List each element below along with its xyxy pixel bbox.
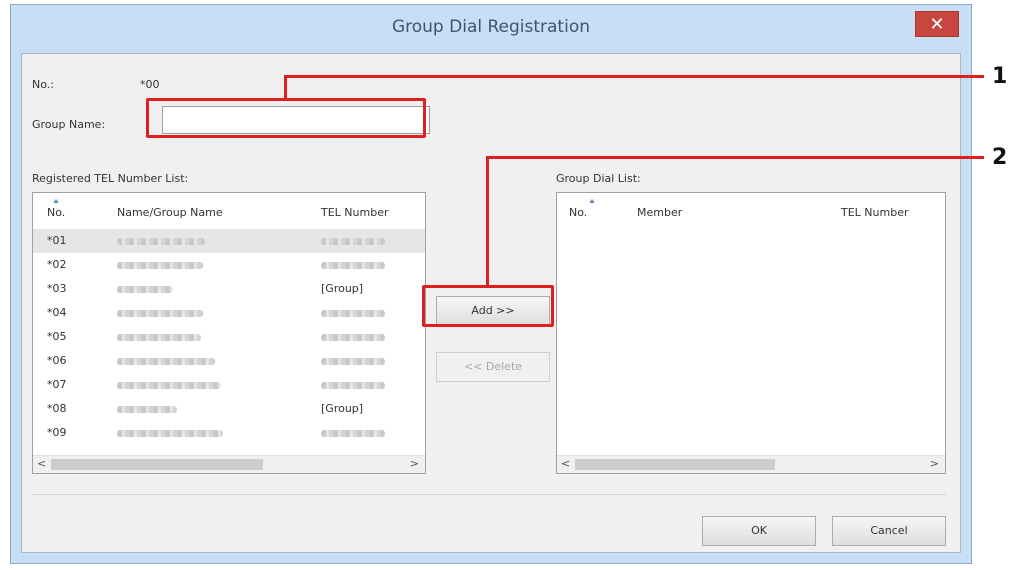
scrollbar-thumb[interactable] — [51, 459, 263, 470]
column-header-tel[interactable]: TEL Number — [321, 206, 388, 219]
callout-line — [486, 156, 984, 159]
number-label: No.: — [32, 78, 54, 91]
scroll-right-icon[interactable]: > — [410, 457, 419, 470]
list-item-number: *05 — [47, 330, 67, 343]
group-dial-list[interactable]: No. Member TEL Number < > — [556, 192, 946, 474]
column-header-no[interactable]: No. — [47, 206, 65, 219]
blurred-tel — [321, 238, 385, 245]
blurred-tel — [321, 310, 385, 317]
list-item[interactable]: *04 — [33, 301, 425, 325]
cancel-button[interactable]: Cancel — [832, 516, 946, 546]
column-header-member[interactable]: Member — [637, 206, 682, 219]
blurred-name — [117, 382, 221, 389]
sort-ascending-icon — [53, 199, 59, 203]
callout-number-2: 2 — [992, 145, 1008, 170]
blurred-name — [117, 310, 203, 317]
blurred-tel — [321, 358, 385, 365]
list-item-number: *09 — [47, 426, 67, 439]
ok-button[interactable]: OK — [702, 516, 816, 546]
number-value: *00 — [140, 78, 160, 91]
blurred-tel — [321, 430, 385, 437]
registered-list-label: Registered TEL Number List: — [32, 172, 189, 185]
scroll-left-icon[interactable]: < — [37, 457, 46, 470]
blurred-name — [117, 334, 201, 341]
list-item-number: *06 — [47, 354, 67, 367]
list-item-number: *02 — [47, 258, 67, 271]
callout-line — [486, 157, 489, 286]
list-item[interactable]: *03 [Group] — [33, 277, 425, 301]
list-item-number: *03 — [47, 282, 67, 295]
blurred-name — [117, 262, 203, 269]
column-header-no[interactable]: No. — [569, 206, 587, 219]
list-item-number: *01 — [47, 234, 67, 247]
dialog-window: Group Dial Registration ✕ No.: *00 Group… — [10, 4, 972, 564]
list-item-number: *07 — [47, 378, 67, 391]
list-item[interactable]: *02 — [33, 253, 425, 277]
list-item[interactable]: *09 — [33, 421, 425, 445]
scroll-left-icon[interactable]: < — [561, 457, 570, 470]
scrollbar-thumb[interactable] — [575, 459, 775, 470]
list-item[interactable]: *07 — [33, 373, 425, 397]
group-dial-list-label: Group Dial List: — [556, 172, 641, 185]
group-name-label: Group Name: — [32, 118, 106, 131]
registered-tel-list[interactable]: No. Name/Group Name TEL Number *01 *02 *03… — [32, 192, 426, 474]
close-icon: ✕ — [929, 14, 945, 35]
blurred-tel — [321, 382, 385, 389]
blurred-name — [117, 286, 173, 293]
list-item-tel: [Group] — [321, 282, 364, 295]
separator — [32, 494, 946, 495]
callout-line — [284, 75, 984, 78]
blurred-tel — [321, 262, 385, 269]
list-item-number: *04 — [47, 306, 67, 319]
blurred-name — [117, 406, 177, 413]
column-header-name[interactable]: Name/Group Name — [117, 206, 223, 219]
horizontal-scrollbar[interactable]: < > — [557, 455, 945, 473]
scroll-right-icon[interactable]: > — [930, 457, 939, 470]
list-item-number: *08 — [47, 402, 67, 415]
blurred-name — [117, 430, 223, 437]
list-item[interactable]: *05 — [33, 325, 425, 349]
close-button[interactable]: ✕ — [915, 11, 959, 37]
title-bar: Group Dial Registration ✕ — [11, 5, 971, 53]
list-item[interactable]: *08 [Group] — [33, 397, 425, 421]
blurred-name — [117, 358, 215, 365]
callout-box-add-button — [422, 285, 554, 327]
sort-ascending-icon — [589, 199, 595, 203]
window-title: Group Dial Registration — [391, 17, 591, 37]
list-item[interactable]: *01 — [33, 229, 425, 253]
list-item[interactable]: *06 — [33, 349, 425, 373]
column-header-tel[interactable]: TEL Number — [841, 206, 908, 219]
callout-line — [284, 76, 287, 99]
list-item-tel: [Group] — [321, 402, 364, 415]
callout-number-1: 1 — [992, 64, 1008, 89]
delete-button[interactable]: << Delete — [436, 352, 550, 382]
registered-rows: *01 *02 *03 [Group] *04 *05 *06 *07 *08 [Group] *0… — [33, 229, 425, 455]
blurred-name — [117, 238, 205, 245]
blurred-tel — [321, 334, 385, 341]
horizontal-scrollbar[interactable]: < > — [33, 455, 425, 473]
callout-box-group-name — [146, 98, 426, 138]
